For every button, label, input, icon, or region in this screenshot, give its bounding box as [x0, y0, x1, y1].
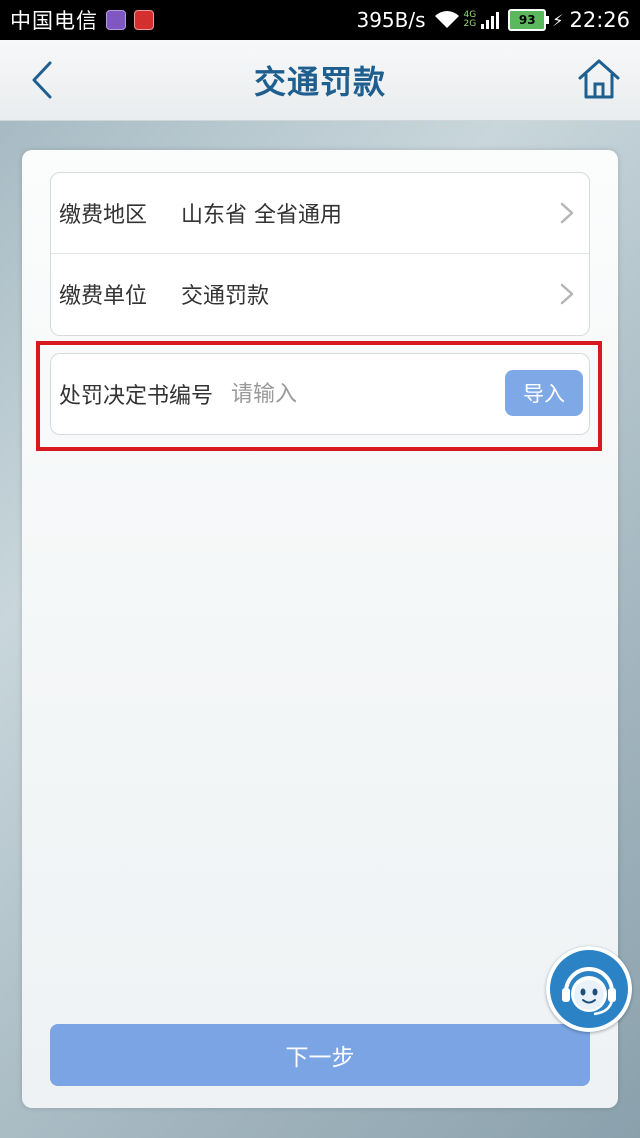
- network-type: 4G 2G: [464, 11, 477, 29]
- huawei-notification-icon: [134, 10, 154, 30]
- home-icon: [578, 59, 620, 99]
- wifi-icon: [434, 11, 459, 28]
- decision-number-row: 处罚决定书编号 导入: [50, 353, 590, 435]
- next-step-button[interactable]: 下一步: [50, 1024, 590, 1086]
- status-bar: 中国电信 395B/s 4G 2G 93 ⚡ 22:26: [0, 0, 640, 40]
- status-left: 中国电信: [10, 5, 154, 35]
- chevron-right-icon: [560, 202, 574, 224]
- notification-app-icon: [106, 10, 126, 30]
- back-chevron-icon: [32, 61, 52, 99]
- battery-icon: 93: [508, 9, 550, 31]
- status-right: 395B/s 4G 2G 93 ⚡ 22:26: [356, 8, 630, 32]
- signal-icon: [481, 12, 500, 29]
- chevron-right-icon: [560, 283, 574, 305]
- payment-region-label: 缴费地区: [59, 203, 148, 228]
- back-button[interactable]: [22, 58, 62, 102]
- payment-info-group: 缴费地区 山东省 全省通用 缴费单位 交通罚款: [50, 172, 590, 336]
- import-button[interactable]: 导入: [505, 370, 583, 416]
- battery-level: 93: [518, 13, 536, 27]
- customer-service-button[interactable]: [546, 946, 632, 1032]
- decision-number-label: 处罚决定书编号: [59, 384, 214, 409]
- network-speed: 395B/s: [356, 8, 426, 32]
- payment-unit-label: 缴费单位: [59, 284, 148, 309]
- page-title: 交通罚款: [253, 63, 386, 101]
- app-header: 交通罚款: [0, 40, 640, 121]
- carrier-name: 中国电信: [10, 9, 98, 33]
- payment-region-row[interactable]: 缴费地区 山东省 全省通用: [51, 173, 589, 253]
- customer-service-icon: [562, 967, 616, 1016]
- charging-icon: ⚡: [552, 10, 564, 30]
- network-type-2g: 2G: [463, 19, 477, 29]
- home-button[interactable]: [576, 56, 622, 102]
- clock: 22:26: [569, 8, 630, 32]
- payment-region-value: 山东省 全省通用: [181, 203, 342, 228]
- form-card: 缴费地区 山东省 全省通用 缴费单位 交通罚款 处罚决定书编号 导入 下一步: [22, 150, 618, 1108]
- payment-unit-value: 交通罚款: [181, 284, 270, 309]
- decision-number-input[interactable]: [229, 380, 464, 408]
- payment-unit-row[interactable]: 缴费单位 交通罚款: [51, 253, 589, 334]
